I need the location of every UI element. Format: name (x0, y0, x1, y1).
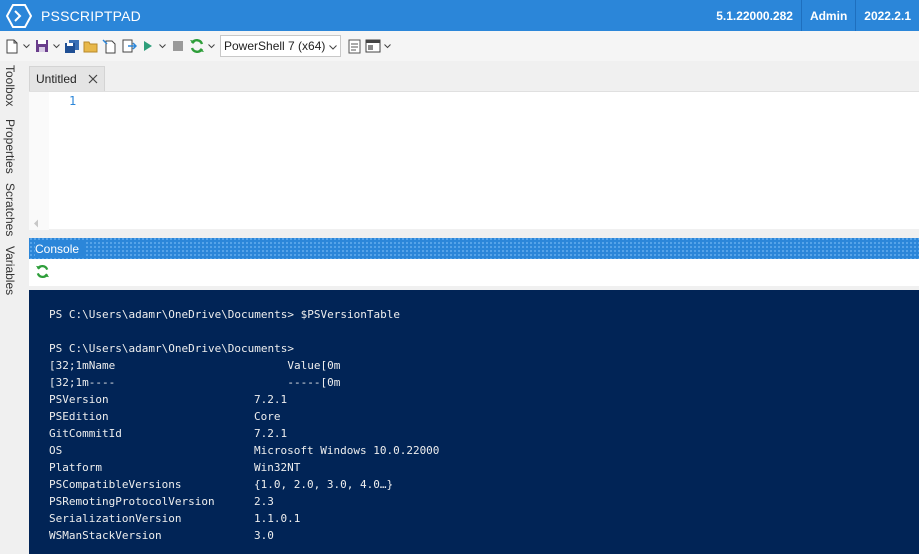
console-table-row: GitCommitId 7.2.1 (49, 425, 919, 442)
console-row-value: 7.2.1 (254, 393, 288, 406)
editor-tab-strip: Untitled (29, 66, 919, 91)
run-button[interactable] (139, 35, 157, 57)
console-table-row: PSVersion 7.2.1 (49, 391, 919, 408)
tab-title: Untitled (36, 72, 77, 86)
window-layout-dropdown-icon[interactable] (383, 35, 392, 57)
script-editor[interactable]: 1 (29, 91, 919, 231)
console-row-name: PSRemotingProtocolVersion (49, 495, 215, 508)
stop-button[interactable] (169, 35, 187, 57)
script-properties-button[interactable] (345, 35, 363, 57)
console-row-name: PSCompatibleVersions (49, 478, 182, 491)
console-output[interactable]: PS C:\Users\adamr\OneDrive\Documents> $P… (29, 290, 919, 554)
refresh-button[interactable] (188, 35, 206, 57)
save-button[interactable] (33, 35, 51, 57)
console-row-value: Win32NT (254, 461, 301, 474)
refresh-dropdown-icon[interactable] (207, 35, 216, 57)
export-button[interactable] (120, 35, 138, 57)
console-row-value: 1.1.0.1 (254, 512, 301, 525)
console-table-row: PSEdition Core (49, 408, 919, 425)
console-row-value: Core (254, 410, 281, 423)
save-dropdown-icon[interactable] (52, 35, 61, 57)
console-row-value: 3.0 (254, 529, 274, 542)
line-number: 1 (69, 94, 77, 108)
console-table-row: Platform Win32NT (49, 459, 919, 476)
scroll-left-icon[interactable] (33, 217, 39, 231)
open-folder-button[interactable] (82, 35, 100, 57)
console-panel-header: Console (29, 238, 919, 259)
console-table-row: SerializationVersion 1.1.0.1 (49, 510, 919, 527)
editor-gutter (29, 92, 49, 230)
console-table-underline: [32;1m---- -----[0m (49, 376, 341, 389)
console-row-value: 2.3 (254, 495, 274, 508)
side-tab-toolbox[interactable]: Toolbox (3, 65, 17, 106)
side-tab-scratches[interactable]: Scratches (3, 183, 17, 236)
new-file-button[interactable] (3, 35, 21, 57)
close-icon[interactable] (88, 74, 98, 84)
version-label: 5.1.22000.282 (716, 8, 793, 23)
console-row-name: PSVersion (49, 393, 109, 406)
console-table-row: PSCompatibleVersions {1.0, 2.0, 3.0, 4.0…… (49, 476, 919, 493)
console-title: Console (35, 241, 86, 256)
console-table-row: OS Microsoft Windows 10.0.22000 (49, 442, 919, 459)
console-table-row: WSManStackVersion 3.0 (49, 527, 919, 544)
admin-badge: Admin (809, 8, 848, 23)
tab-untitled[interactable]: Untitled (29, 66, 105, 91)
console-row-value: 7.2.1 (254, 427, 288, 440)
new-file-dropdown-icon[interactable] (22, 35, 31, 57)
console-row-value: {1.0, 2.0, 3.0, 4.0…} (254, 478, 394, 491)
run-dropdown-icon[interactable] (158, 35, 167, 57)
powershell-version-select[interactable]: PowerShell 7 (x64) (220, 35, 342, 57)
console-row-name: PSEdition (49, 410, 109, 423)
powershell-version-value: PowerShell 7 (x64) (224, 39, 326, 53)
console-toolbar (29, 259, 919, 286)
build-label: 2022.2.1 (864, 8, 911, 23)
console-prompt-line: PS C:\Users\adamr\OneDrive\Documents> (49, 342, 295, 355)
chevron-down-icon (329, 39, 338, 53)
app-logo-icon (4, 2, 34, 30)
side-panel: Toolbox Properties Scratches Variables (0, 61, 22, 554)
main-toolbar: PowerShell 7 (x64) (0, 31, 919, 61)
console-row-name: GitCommitId (49, 427, 122, 440)
console-row-value: Microsoft Windows 10.0.22000 (254, 444, 440, 457)
title-bar: PSSCRIPTPAD 5.1.22000.282 Admin 2022.2.1 (0, 0, 919, 31)
console-row-name: Platform (49, 461, 102, 474)
open-file-button[interactable] (101, 35, 119, 57)
app-title: PSSCRIPTPAD (41, 7, 141, 24)
save-all-button[interactable] (63, 35, 81, 57)
console-table-header: [32;1mName Value[0m (49, 359, 341, 372)
console-row-name: WSManStackVersion (49, 529, 162, 542)
console-row-name: SerializationVersion (49, 512, 182, 525)
console-row-name: OS (49, 444, 63, 457)
refresh-console-icon[interactable] (35, 264, 50, 282)
console-prompt-line: PS C:\Users\adamr\OneDrive\Documents> $P… (49, 308, 400, 321)
console-table-row: PSRemotingProtocolVersion 2.3 (49, 493, 919, 510)
side-tab-properties[interactable]: Properties (3, 119, 17, 174)
window-layout-button[interactable] (364, 35, 382, 57)
side-tab-variables[interactable]: Variables (3, 246, 17, 295)
